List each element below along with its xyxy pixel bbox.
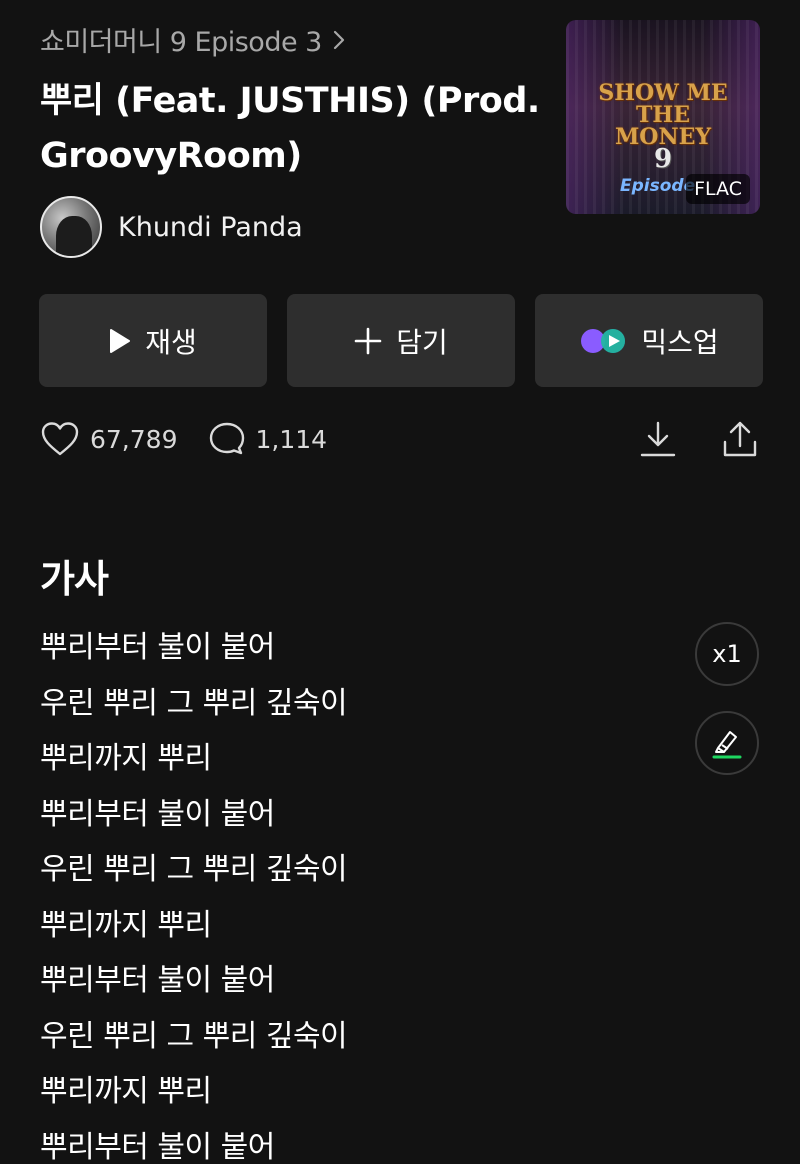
lyrics-speed-button[interactable]: x1 (695, 622, 759, 686)
album-cover[interactable]: SHOW ME THE MONEY 9 Episode FLAC (566, 20, 760, 214)
add-button[interactable]: 담기 (287, 294, 515, 387)
lyric-line: 뿌리부터 불이 붙어 (40, 796, 275, 832)
lyric-line: 우린 뿌리 그 뿌리 깊숙이 (40, 1018, 348, 1054)
cover-logo-line2: THE MONEY (614, 102, 712, 150)
like-count: 67,789 (90, 424, 178, 454)
artist-avatar (40, 196, 102, 258)
play-icon (110, 328, 131, 353)
song-detail-page: 쇼미더머니 9 Episode 3 뿌리 (Feat. JUSTHIS) (Pr… (0, 0, 800, 1164)
play-label: 재생 (145, 325, 197, 359)
mixup-button[interactable]: 믹스업 (535, 294, 763, 387)
share-button[interactable] (720, 419, 760, 459)
song-title: 뿌리 (Feat. JUSTHIS) (Prod. GroovyRoom) (40, 81, 540, 176)
comment-icon (210, 422, 245, 455)
comment-button[interactable]: 1,114 (209, 421, 327, 457)
artist-name: Khundi Panda (118, 211, 303, 243)
cover-logo-line1: SHOW ME (598, 80, 728, 106)
lyric-line: 뿌리부터 불이 붙어 (40, 963, 275, 998)
lyrics-list: 뿌리부터 불이 붙어 우린 뿌리 그 뿌리 깊숙이 뿌리까지 뿌리 뿌리부터 불… (40, 620, 660, 1164)
lyric-line: 우린 뿌리 그 뿌리 깊숙이 (40, 685, 348, 721)
cover-logo-number: 9 (653, 144, 673, 174)
download-icon (640, 421, 676, 457)
plus-icon (354, 327, 382, 354)
play-button[interactable]: 재생 (39, 294, 267, 387)
chevron-right-icon (333, 30, 344, 49)
stats-bar: 67,789 1,114 (40, 418, 760, 460)
comment-count: 1,114 (255, 424, 328, 454)
lyrics-highlight-button[interactable] (695, 711, 759, 775)
cover-episode-text: Episode (620, 176, 696, 196)
lyric-line: 뿌리까지 뿌리 (40, 741, 212, 776)
lyric-line: 뿌리부터 불이 붙어 (40, 1129, 275, 1164)
add-label: 담기 (396, 325, 448, 359)
album-title: 쇼미더머니 9 Episode 3 (40, 27, 322, 58)
lyric-line: 뿌리까지 뿌리 (40, 1074, 212, 1109)
lyric-line: 뿌리부터 불이 붙어 (40, 630, 275, 665)
highlighter-icon (712, 731, 742, 759)
share-icon (723, 421, 757, 457)
lyric-line: 뿌리까지 뿌리 (40, 907, 212, 943)
download-button[interactable] (638, 419, 678, 459)
album-link[interactable]: 쇼미더머니 9 Episode 3 (40, 20, 346, 59)
lyric-line: 우린 뿌리 그 뿌리 깊숙이 (40, 852, 348, 887)
heart-icon (41, 422, 79, 456)
mixup-icon (581, 328, 626, 353)
mixup-label: 믹스업 (641, 325, 719, 359)
flac-badge: FLAC (686, 174, 750, 204)
lyrics-heading: 가사 (40, 557, 109, 601)
action-buttons: 재생 담기 믹스업 (39, 294, 763, 387)
cover-logo: SHOW ME THE MONEY 9 (590, 80, 736, 174)
like-button[interactable]: 67,789 (40, 421, 177, 457)
artist-link[interactable]: Khundi Panda (40, 196, 303, 258)
